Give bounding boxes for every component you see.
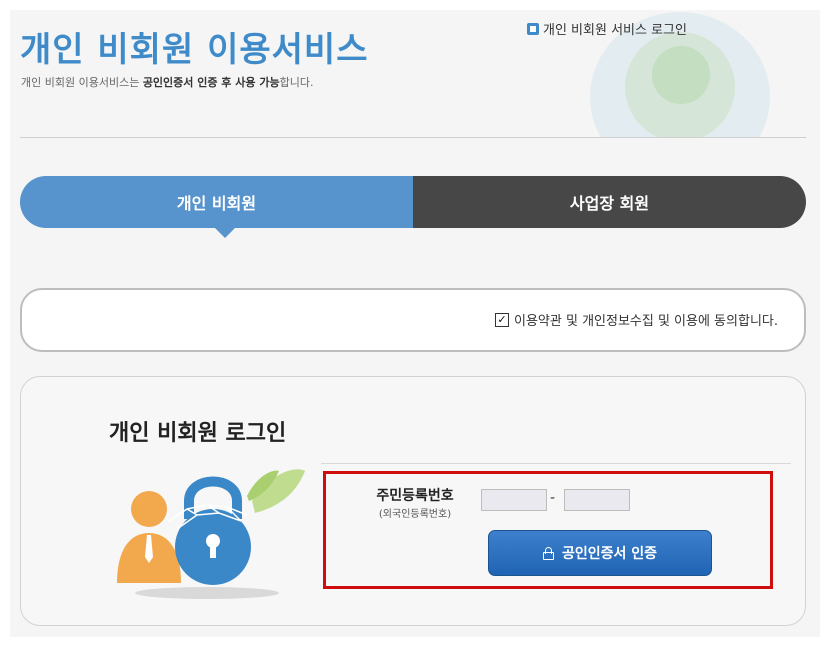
subtitle-prefix: 개인 비회원 이용서비스는 — [21, 76, 143, 89]
active-tab-pointer — [215, 228, 235, 238]
home-icon — [527, 22, 539, 35]
login-title-divider — [321, 463, 791, 464]
member-type-tabs: 개인 비회원 사업장 회원 — [20, 176, 806, 238]
rrn-separator: - — [550, 490, 556, 506]
certificate-auth-button[interactable]: 공인인증서 인증 — [488, 530, 712, 576]
login-title: 개인 비회원 로그인 — [109, 421, 287, 446]
certificate-auth-label: 공인인증서 인증 — [561, 546, 658, 562]
breadcrumb-label: 개인 비회원 서비스 로그인 — [543, 23, 687, 38]
login-panel: 개인 비회원 로그인 주민등록번호 (외국인등록번호) - 공인인증서 인증 — [20, 376, 806, 626]
deco-circle-inner — [652, 46, 710, 104]
page-subtitle: 개인 비회원 이용서비스는 공인인증서 인증 후 사용 가능합니다. — [21, 74, 313, 90]
rrn-back-input[interactable] — [564, 489, 630, 511]
header-divider — [20, 137, 806, 138]
illustration-shadow — [135, 587, 279, 599]
tab-individual-label: 개인 비회원 — [176, 194, 257, 213]
tab-business-member[interactable]: 사업장 회원 — [413, 176, 806, 228]
page-container: 개인 비회원 이용서비스 개인 비회원 이용서비스는 공인인증서 인증 후 사용… — [10, 10, 820, 637]
page-title: 개인 비회원 이용서비스 — [20, 30, 369, 70]
rrn-sublabel: (외국인등록번호) — [378, 509, 452, 520]
agreement-checkbox[interactable]: ✓ — [495, 312, 509, 327]
agreement-box: ✓ 이용약관 및 개인정보수집 및 이용에 동의합니다. — [20, 288, 806, 352]
breadcrumb[interactable]: 개인 비회원 서비스 로그인 — [527, 19, 687, 38]
rrn-front-input[interactable] — [481, 489, 547, 511]
tab-individual-nonmember[interactable]: 개인 비회원 — [20, 176, 413, 238]
person-head — [131, 491, 167, 527]
subtitle-emphasis: 공인인증서 인증 후 사용 가능 — [142, 76, 280, 89]
tab-business-label: 사업장 회원 — [569, 194, 650, 213]
rrn-label: 주민등록번호 — [376, 488, 454, 504]
agreement-label: 이용약관 및 개인정보수집 및 이용에 동의합니다. — [514, 314, 778, 329]
person-lock-illustration — [117, 469, 305, 599]
agreement-checkbox-row[interactable]: ✓ 이용약관 및 개인정보수집 및 이용에 동의합니다. — [495, 310, 778, 329]
lock-keyhole-slot — [210, 544, 216, 558]
subtitle-suffix: 합니다. — [279, 76, 314, 89]
lock-icon — [542, 546, 554, 560]
